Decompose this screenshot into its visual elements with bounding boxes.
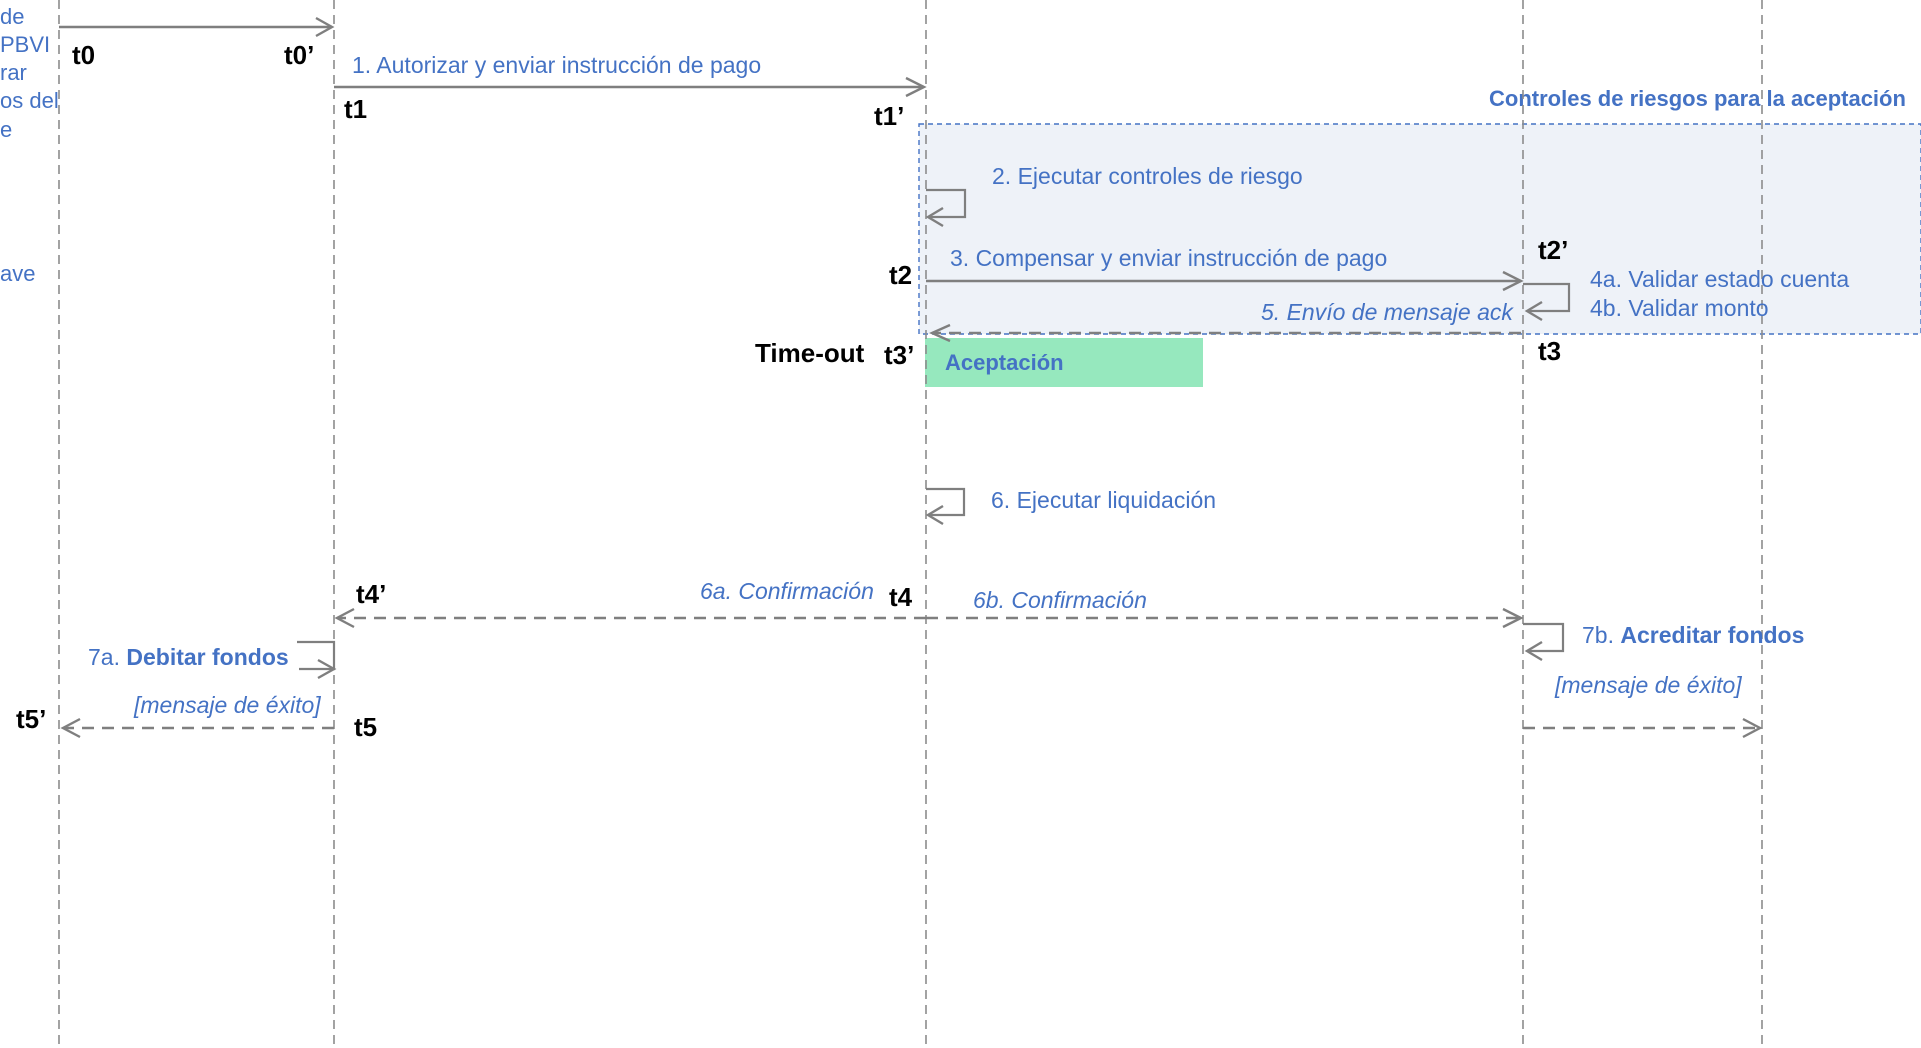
step-3-label: 3. Compensar y enviar instrucción de pag…	[950, 245, 1387, 271]
time-t2: t2	[889, 260, 912, 290]
acceptance-label: Aceptación	[945, 350, 1064, 375]
time-t5: t5	[354, 712, 377, 742]
step-7b-prefix: 7b.	[1582, 622, 1620, 648]
self-loop-step-6	[926, 487, 966, 517]
side-text-line-3: rar	[0, 60, 27, 85]
self-loop-step-7b	[1523, 622, 1565, 653]
side-text-line-2: PBVI	[0, 32, 50, 57]
success-right-label: [mensaje de éxito]	[1554, 672, 1742, 698]
step-6-label: 6. Ejecutar liquidación	[991, 487, 1216, 513]
time-t5p: t5’	[16, 704, 46, 734]
side-text-line-6: ave	[0, 261, 35, 286]
time-t3p: t3’	[884, 340, 914, 370]
side-text-line-4: os del	[0, 88, 59, 113]
step-4b-label: 4b. Validar monto	[1590, 295, 1769, 321]
step-1-label: 1. Autorizar y enviar instrucción de pag…	[352, 52, 761, 78]
step-2-label: 2. Ejecutar controles de riesgo	[992, 163, 1303, 189]
time-t2p: t2’	[1538, 235, 1568, 265]
timeout-label: Time-out	[755, 338, 865, 368]
step-5-label: 5. Envío de mensaje ack	[1261, 299, 1514, 325]
step-6a-label: 6a. Confirmación	[700, 578, 874, 604]
time-t1: t1	[344, 94, 367, 124]
sequence-diagram: Controles de riesgos para la aceptación …	[0, 0, 1921, 1048]
time-t4p: t4’	[356, 579, 386, 609]
time-t3: t3	[1538, 336, 1561, 366]
time-t1p: t1’	[874, 101, 904, 131]
side-text-line-1: de	[0, 4, 24, 29]
time-t4: t4	[889, 582, 913, 612]
time-t0: t0	[72, 40, 95, 70]
side-text-line-5: e	[0, 117, 12, 142]
time-t0p: t0’	[284, 40, 314, 70]
step-7b-bold: Acreditar fondos	[1620, 622, 1804, 648]
step-6b-label: 6b. Confirmación	[973, 587, 1147, 613]
step-7a-prefix: 7a.	[88, 644, 126, 670]
success-left-label: [mensaje de éxito]	[133, 692, 321, 718]
step-7b-label: 7b. Acreditar fondos	[1582, 622, 1804, 648]
step-7a-label: 7a. Debitar fondos	[88, 644, 289, 670]
step-7a-bold: Debitar fondos	[126, 644, 288, 670]
risk-controls-title: Controles de riesgos para la aceptación	[1489, 86, 1906, 111]
step-4a-label: 4a. Validar estado cuenta	[1590, 266, 1849, 292]
